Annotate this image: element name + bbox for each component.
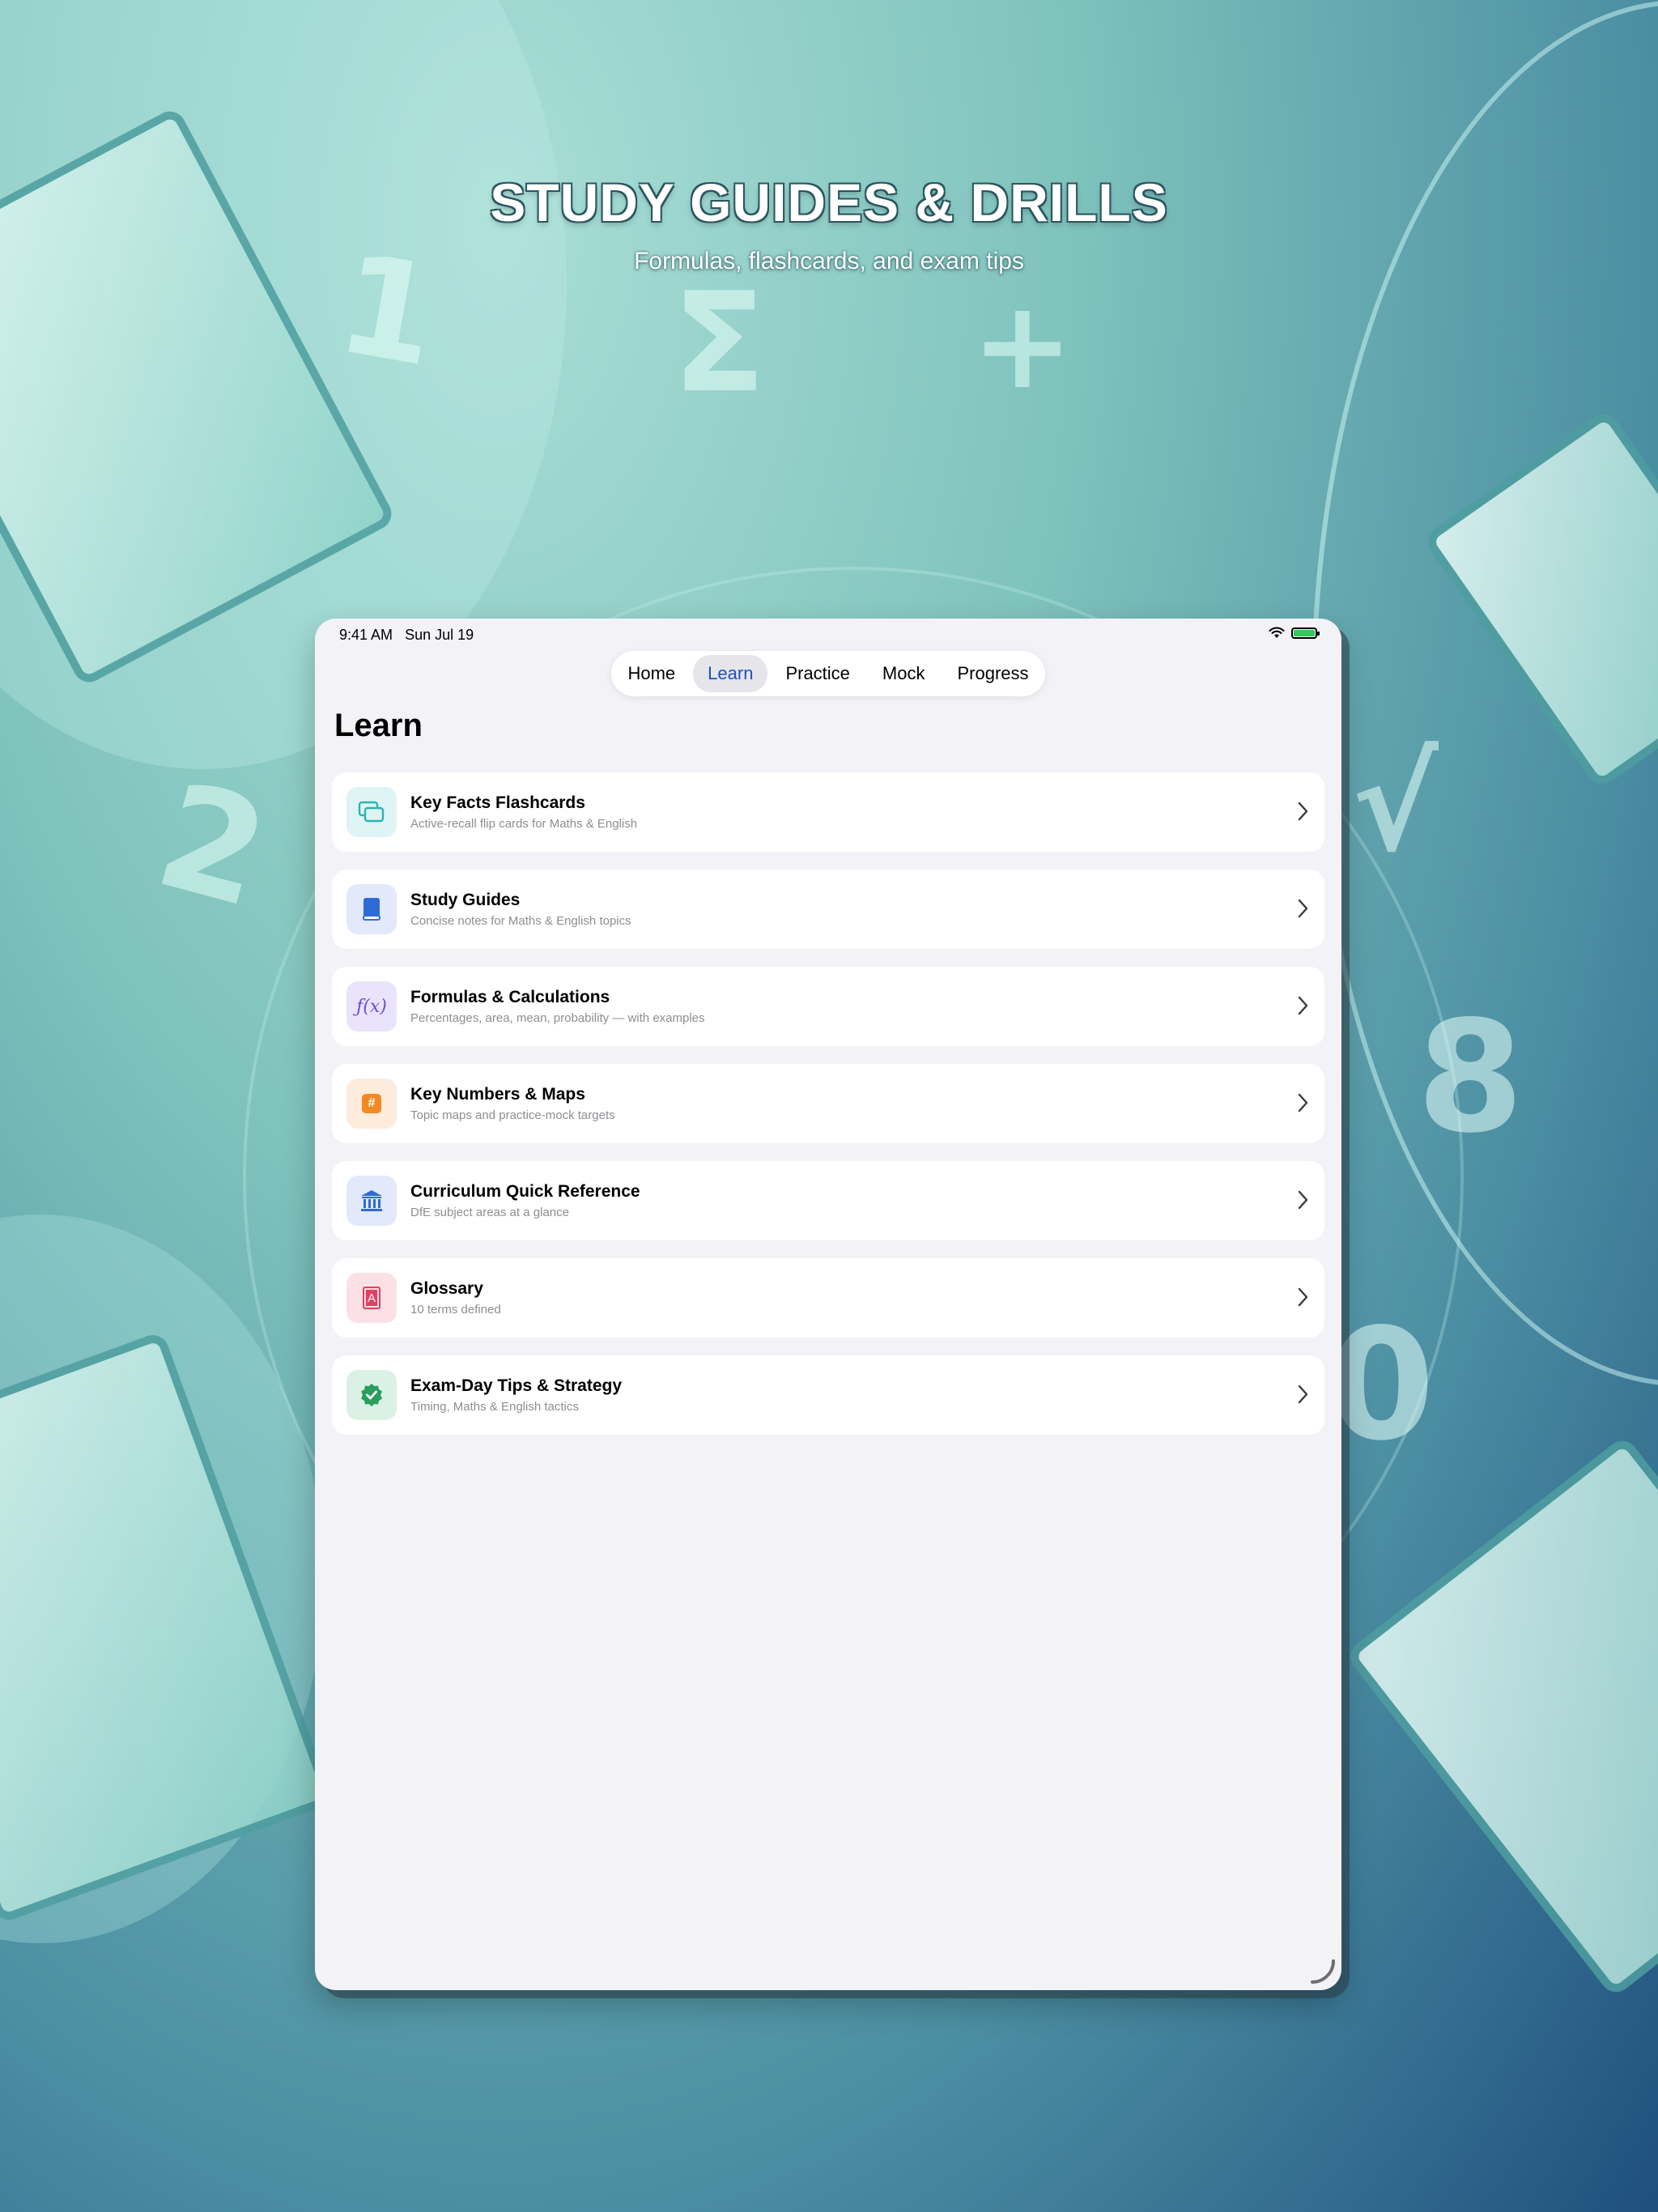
chevron-right-icon [1298,899,1308,918]
function-icon: ƒ(x) [346,981,397,1032]
item-title: Formulas & Calculations [410,988,610,1006]
ipad-screen: 9:41 AM Sun Jul 19 Home Learn Practice M… [315,619,1341,1990]
item-title: Key Facts Flashcards [410,793,585,812]
tab-learn[interactable]: Learn [693,655,768,692]
bg-glyph-root: √ [1352,729,1439,880]
bg-glyph-two: 2 [142,751,284,941]
battery-icon [1291,627,1320,639]
status-date: Sun Jul 19 [405,627,474,643]
hero-subtitle: Formulas, flashcards, and exam tips [634,248,1024,274]
list-item-glossary[interactable]: A Glossary 10 terms defined [332,1258,1324,1338]
page-title: Learn [334,708,423,743]
status-bar: 9:41 AM Sun Jul 19 [315,619,1341,651]
dictionary-icon: A [346,1273,397,1323]
item-title: Study Guides [410,891,521,909]
status-time: 9:41 AM Sun Jul 19 [339,627,474,644]
bg-glyph-eight: 8 [1417,988,1524,1167]
chevron-right-icon [1298,1093,1308,1112]
list-item-key-numbers-maps[interactable]: # Key Numbers & Maps Topic maps and prac… [332,1064,1324,1143]
building-columns-icon [346,1176,397,1226]
tab-mock[interactable]: Mock [868,655,940,692]
item-title: Exam-Day Tips & Strategy [410,1376,623,1395]
chevron-right-icon [1298,996,1308,1015]
chevron-right-icon [1298,1190,1308,1210]
resize-handle-icon[interactable] [1309,1958,1337,1985]
list-item-key-facts-flashcards[interactable]: Key Facts Flashcards Active-recall flip … [332,772,1324,852]
chevron-right-icon [1298,1385,1308,1404]
flashcards-icon [346,787,397,837]
item-subtitle: Active-recall flip cards for Maths & Eng… [410,817,638,831]
item-subtitle: Concise notes for Maths & English topics [410,914,631,928]
status-clock: 9:41 AM [339,627,393,643]
checkmark-seal-icon [346,1370,397,1420]
bg-glyph-plus: + [971,275,1073,416]
tab-home[interactable]: Home [613,655,690,692]
status-icons [1269,627,1320,639]
tab-practice[interactable]: Practice [771,655,864,692]
item-title: Glossary [410,1279,483,1298]
book-icon [346,884,397,934]
item-subtitle: Timing, Maths & English tactics [410,1400,579,1414]
item-subtitle: Topic maps and practice-mock targets [410,1108,615,1122]
number-sign-glyph: # [362,1094,381,1113]
chevron-right-icon [1298,1287,1308,1307]
tab-progress[interactable]: Progress [942,655,1043,692]
bg-glyph-sigma: Σ [672,263,767,423]
segmented-tab-bar: Home Learn Practice Mock Progress [611,651,1045,696]
number-sign-icon: # [346,1078,397,1129]
learn-list: Key Facts Flashcards Active-recall flip … [332,772,1324,1453]
hero-title: STUDY GUIDES & DRILLS [490,172,1168,232]
wifi-icon [1269,627,1285,638]
list-item-formulas-calculations[interactable]: ƒ(x) Formulas & Calculations Percentages… [332,967,1324,1046]
bg-glyph-zero: 0 [1328,1295,1435,1474]
dictionary-glyph: A [363,1287,380,1309]
item-subtitle: Percentages, area, mean, probability — w… [410,1011,705,1025]
item-subtitle: 10 terms defined [410,1303,501,1317]
list-item-study-guides[interactable]: Study Guides Concise notes for Maths & E… [332,870,1324,949]
list-item-curriculum-quick-reference[interactable]: Curriculum Quick Reference DfE subject a… [332,1161,1324,1240]
item-title: Key Numbers & Maps [410,1085,585,1104]
item-title: Curriculum Quick Reference [410,1182,640,1201]
list-item-exam-day-tips[interactable]: Exam-Day Tips & Strategy Timing, Maths &… [332,1355,1324,1435]
chevron-right-icon [1298,802,1308,821]
book-illustration [1344,1434,1658,1999]
item-subtitle: DfE subject areas at a glance [410,1206,569,1219]
